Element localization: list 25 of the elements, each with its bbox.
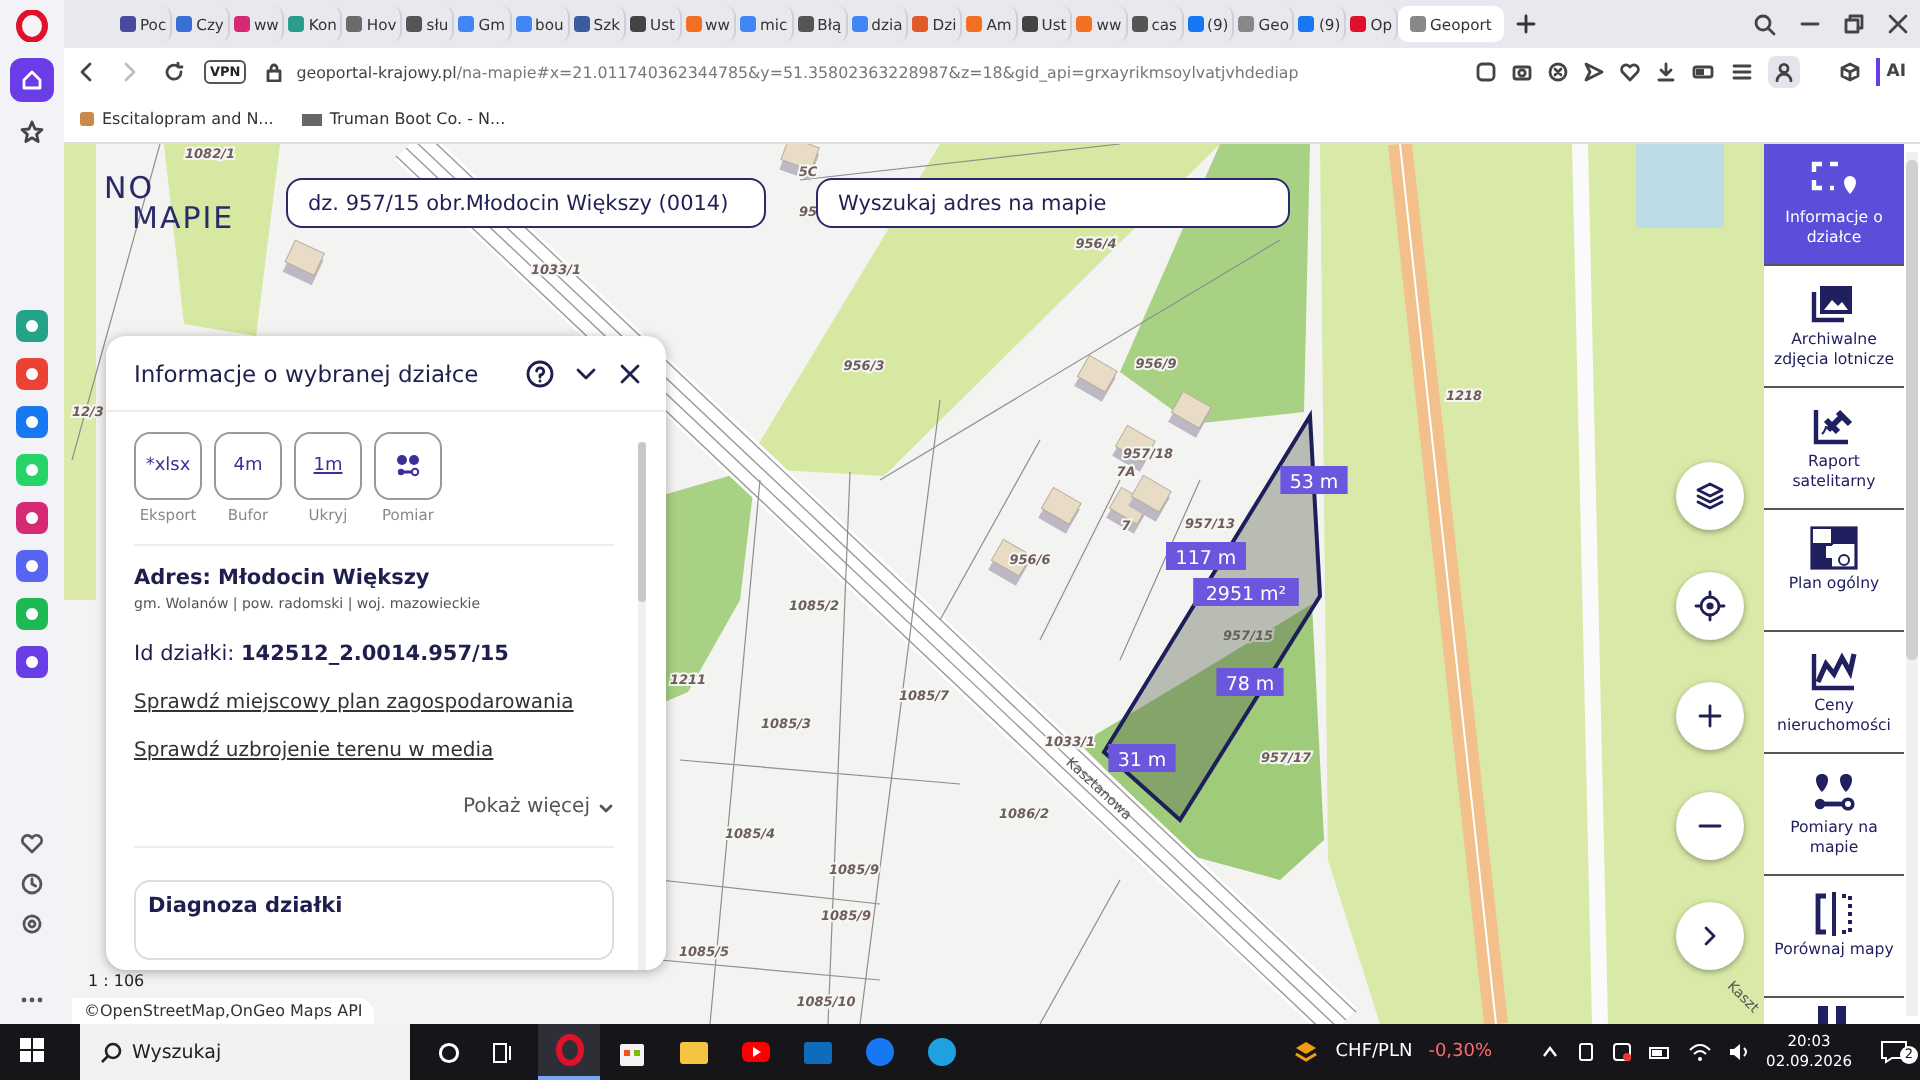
taskbar-search-field[interactable]: Wyszukaj: [80, 1024, 410, 1080]
map-scale: 1 : 106: [88, 972, 145, 990]
measurement-label: 78 m: [1216, 668, 1284, 696]
ai-button[interactable]: AI: [1876, 58, 1912, 86]
rate-change: -0,30%: [1428, 1042, 1493, 1062]
measurement-label: 53 m: [1280, 466, 1348, 494]
site-logo[interactable]: NO MAPIE: [104, 174, 235, 234]
link[interactable]: Sprawdź uzbrojenie terenu w media: [134, 740, 614, 762]
action-button[interactable]: *xlsx: [134, 432, 202, 500]
area-label: 2951 m²: [1193, 578, 1299, 606]
show-more-link[interactable]: Pokaż więcej: [462, 796, 590, 818]
currency-pair[interactable]: CHF/PLN: [1335, 1042, 1413, 1062]
bookmark-link[interactable]: Escitalopram and N...: [80, 110, 274, 128]
measurement-label: 117 m: [1166, 542, 1246, 570]
address-search-field[interactable]: Wyszukaj adres na mapie: [816, 178, 1290, 228]
map-attribution: ©OpenStreetMap,OnGeo Maps API: [72, 998, 375, 1024]
bookmark-link[interactable]: Truman Boot Co. - N...: [301, 110, 506, 128]
link[interactable]: Sprawdź miejscowy plan zagospodarowania: [134, 692, 614, 714]
plot-id: Id działki: 142512_2.0014.957/15: [134, 642, 511, 666]
panel-title: Informacje o wybranej działce: [134, 359, 481, 387]
action-button[interactable]: 4m: [214, 432, 282, 500]
diagnosis-card[interactable]: Diagnoza działki: [134, 880, 614, 960]
plot-address: Adres: Młodocin Większy: [134, 566, 432, 590]
plot-search-field[interactable]: dz. 957/15 obr.Młodocin Większy (0014): [286, 178, 766, 228]
action-button[interactable]: 1m: [294, 432, 362, 500]
